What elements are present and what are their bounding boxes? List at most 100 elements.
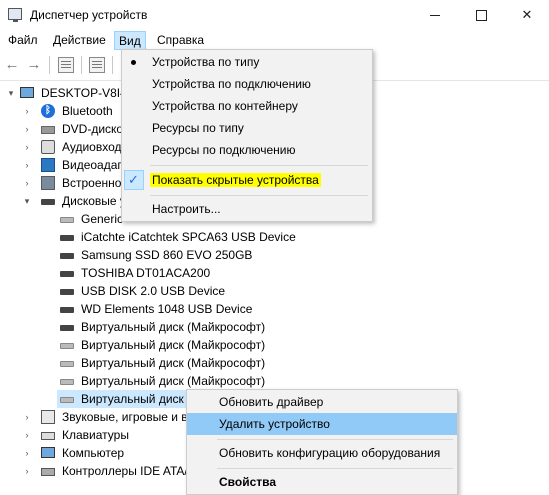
highlighted-text: Показать скрытые устройства <box>150 173 321 187</box>
menu-item-label: Устройства по контейнеру <box>152 99 298 113</box>
category-label: Компьютер <box>62 446 125 460</box>
expand-icon[interactable]: › <box>22 138 32 156</box>
disk-drive-icon <box>60 271 74 277</box>
expand-icon[interactable]: › <box>22 444 32 462</box>
bluetooth-icon: ᛒ <box>41 104 55 118</box>
expand-icon[interactable]: › <box>22 426 32 444</box>
disk-label: iCatchte iCatchtek SPCA63 USB Device <box>81 230 296 244</box>
disk-label: Виртуальный диск (Майкрософт) <box>81 374 266 388</box>
properties-item[interactable]: Свойства <box>187 471 457 493</box>
disk-drive-icon <box>60 217 74 223</box>
category-label: Bluetooth <box>62 104 113 118</box>
menu-file[interactable]: Файл <box>3 31 43 50</box>
disk-drive-icon <box>41 199 55 205</box>
menu-separator <box>217 439 453 440</box>
menu-separator <box>150 195 368 196</box>
window-title: Диспетчер устройств <box>30 8 148 22</box>
show-hidden-devices[interactable]: ✓ Показать скрытые устройства <box>122 169 372 191</box>
disk-drive-icon <box>60 253 74 259</box>
menu-item-label: Обновить конфигурацию оборудования <box>219 446 441 460</box>
menu-item-label: Устройства по подключению <box>152 77 311 91</box>
menu-item-label: Показать скрытые устройства <box>150 169 321 191</box>
menu-item-label: Ресурсы по подключению <box>152 143 296 157</box>
close-button[interactable]: ✕ <box>504 0 549 31</box>
category-label: Аудиовход <box>62 140 122 154</box>
category-label: Клавиатуры <box>62 428 129 442</box>
menu-item-label: Обновить драйвер <box>219 395 324 409</box>
maximize-button[interactable] <box>458 0 504 31</box>
expand-icon[interactable]: › <box>22 120 32 138</box>
disk-drive-icon <box>60 397 74 403</box>
view-resources-by-connection[interactable]: Ресурсы по подключению <box>122 139 372 161</box>
disk-drive-icon <box>60 307 74 313</box>
expand-icon[interactable]: ▾ <box>6 84 16 102</box>
view-devices-by-type[interactable]: Устройства по типу <box>122 51 372 73</box>
view-dropdown-menu: Устройства по типу Устройства по подключ… <box>121 49 373 222</box>
sound-icon <box>41 410 55 424</box>
disk-drive-icon <box>60 235 74 241</box>
display-adapter-icon <box>41 158 55 172</box>
dvd-drive-icon <box>41 126 55 134</box>
menu-separator <box>150 165 368 166</box>
toolbar-separator <box>49 56 50 74</box>
disk-drive-icon <box>60 343 74 349</box>
menu-help[interactable]: Справка <box>152 31 209 50</box>
expand-icon[interactable]: › <box>22 462 32 480</box>
device-manager-icon <box>8 8 22 22</box>
disk-label: Виртуальный диск (Майкрософт) <box>81 320 266 334</box>
properties-toolbar-icon[interactable] <box>58 57 74 73</box>
view-devices-by-container[interactable]: Устройства по контейнеру <box>122 95 372 117</box>
toolbar-separator <box>81 56 82 74</box>
back-button[interactable]: ← <box>4 57 20 73</box>
menu-item-label: Устройства по типу <box>152 55 260 69</box>
disk-drive-icon <box>60 379 74 385</box>
disk-label: Виртуальный диск (Майкрософт) <box>81 338 266 352</box>
category-label: Видеоадап <box>62 158 124 172</box>
expand-icon[interactable]: › <box>22 174 32 192</box>
expand-icon[interactable]: › <box>22 102 32 120</box>
update-driver-item[interactable]: Обновить драйвер <box>187 391 457 413</box>
disk-label: Виртуальный диск <box>81 392 184 406</box>
ide-controller-icon <box>41 468 55 476</box>
menu-view[interactable]: Вид <box>114 31 146 50</box>
minimize-icon <box>430 15 440 17</box>
expand-icon[interactable]: › <box>22 156 32 174</box>
menu-bar: Файл Действие Вид Справка <box>0 31 549 50</box>
customize-view[interactable]: Настроить... <box>122 198 372 220</box>
computer-icon <box>20 87 34 98</box>
disk-drive-icon <box>60 289 74 295</box>
help-toolbar-icon[interactable] <box>89 57 105 73</box>
disk-label: USB DISK 2.0 USB Device <box>81 284 226 298</box>
tree-disk-item-selected[interactable]: Виртуальный диск <box>57 390 187 408</box>
uninstall-device-item[interactable]: Удалить устройство <box>187 413 457 435</box>
view-resources-by-type[interactable]: Ресурсы по типу <box>122 117 372 139</box>
menu-separator <box>217 468 453 469</box>
category-label: Дисковые у <box>62 194 126 208</box>
category-label: Звуковые, игровые и в <box>62 410 188 424</box>
menu-item-label: Свойства <box>219 475 277 489</box>
menu-item-label: Настроить... <box>152 202 221 216</box>
disk-label: WD Elements 1048 USB Device <box>81 302 253 316</box>
audio-icon <box>41 140 55 154</box>
menu-action[interactable]: Действие <box>48 31 111 50</box>
radio-bullet-icon <box>131 60 136 65</box>
menu-item-label: Ресурсы по типу <box>152 121 244 135</box>
context-menu: Обновить драйвер Удалить устройство Обно… <box>186 389 458 495</box>
disk-label: TOSHIBA DT01ACA200 <box>81 266 211 280</box>
view-devices-by-connection[interactable]: Устройства по подключению <box>122 73 372 95</box>
expand-icon[interactable]: ▾ <box>22 192 32 210</box>
keyboard-icon <box>41 432 55 440</box>
expand-icon[interactable]: › <box>22 408 32 426</box>
category-label: Контроллеры IDE ATA/ <box>62 464 188 478</box>
scan-hardware-item[interactable]: Обновить конфигурацию оборудования <box>187 442 457 464</box>
disk-drive-icon <box>60 361 74 367</box>
firmware-icon <box>41 176 55 190</box>
disk-label: Generic <box>81 212 124 226</box>
maximize-icon <box>475 10 487 22</box>
category-label: Встроенно <box>62 176 122 190</box>
disk-drive-icon <box>60 325 74 331</box>
forward-button[interactable]: → <box>26 57 42 73</box>
minimize-button[interactable] <box>412 0 458 31</box>
title-bar: Диспетчер устройств ✕ <box>0 0 549 31</box>
disk-label: Виртуальный диск (Майкрософт) <box>81 356 266 370</box>
